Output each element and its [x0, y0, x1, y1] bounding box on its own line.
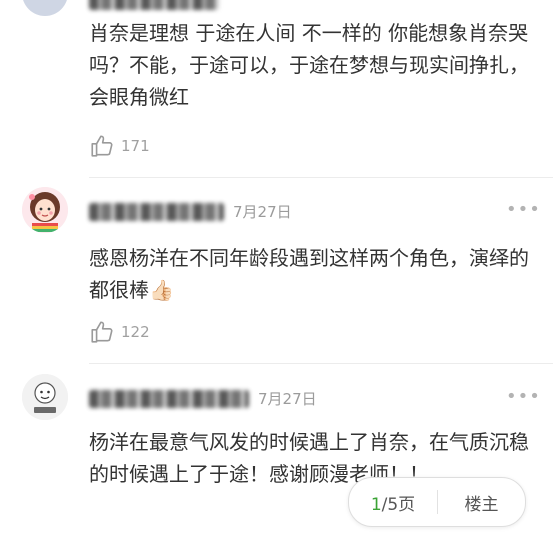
page-total: /5页	[381, 494, 416, 515]
divider	[89, 363, 553, 364]
page-indicator[interactable]: 1/5页	[349, 490, 437, 515]
avatar-image	[22, 187, 68, 233]
owner-only-button[interactable]: 楼主	[438, 490, 525, 515]
like-button[interactable]: 171	[89, 133, 150, 159]
comment-text: 肖奈是理想 于途在人间 不一样的 你能想象肖奈哭吗？不能，于途可以，于途在梦想与…	[89, 21, 529, 109]
more-options-icon[interactable]: •••	[506, 386, 541, 407]
comment-date: 7月27日	[258, 390, 317, 408]
avatar[interactable]	[22, 0, 68, 16]
thumbs-up-icon	[91, 321, 113, 343]
username-blurred[interactable]	[89, 203, 224, 221]
avatar-image	[22, 374, 68, 420]
comment-date: 7月27日	[233, 203, 292, 221]
username-blurred[interactable]	[89, 0, 219, 10]
divider	[89, 177, 553, 178]
like-count: 122	[121, 323, 150, 341]
like-button[interactable]: 122	[89, 319, 150, 345]
current-page: 1	[370, 494, 382, 515]
comment-text: 感恩杨洋在不同年龄段遇到这样两个角色，演绎的都很棒👍🏻	[89, 246, 529, 302]
thumbs-up-icon	[91, 135, 113, 157]
page-navigator: 1/5页 楼主	[348, 477, 526, 527]
like-count: 171	[121, 137, 150, 155]
avatar[interactable]	[22, 187, 68, 233]
more-options-icon[interactable]: •••	[506, 199, 541, 220]
username-blurred[interactable]	[89, 390, 249, 408]
avatar[interactable]	[22, 374, 68, 420]
